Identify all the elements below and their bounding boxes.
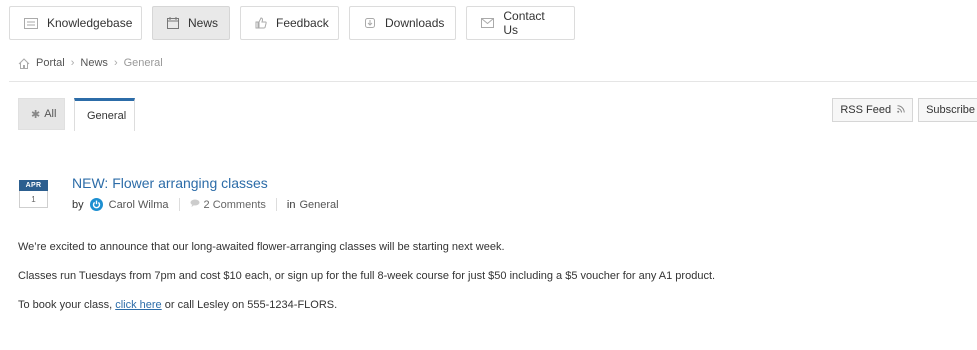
nav-downloads-label: Downloads: [385, 16, 445, 30]
breadcrumb-separator: ›: [113, 57, 118, 69]
comments-count: 2 Comments: [203, 198, 266, 211]
nav-feedback-button[interactable]: Feedback: [240, 6, 339, 40]
paragraph-text: or call Lesley on 555-1234-FLORS.: [164, 299, 338, 311]
category-tabs: ✱ All General: [18, 98, 135, 131]
nav-knowledgebase-label: Knowledgebase: [47, 16, 133, 30]
nav-contact-label: Contact Us: [503, 9, 545, 37]
breadcrumb: Portal › News › General: [18, 57, 163, 69]
envelope-icon: [481, 17, 495, 29]
rss-feed-button[interactable]: RSS Feed: [832, 98, 914, 122]
subscribe-button[interactable]: Subscribe: [918, 98, 977, 122]
nav-contact-button[interactable]: Contact Us: [466, 6, 575, 40]
breadcrumb-current: General: [123, 57, 163, 69]
article-meta: by Carol Wilma 2 Comments in General: [72, 198, 339, 211]
tab-all-label: All: [44, 108, 57, 120]
breadcrumb-news-link[interactable]: News: [80, 57, 108, 69]
nav-news-label: News: [188, 16, 219, 30]
date-badge: APR 1: [19, 180, 48, 208]
list-icon: [24, 17, 38, 29]
home-icon: [18, 57, 30, 69]
divider: [9, 81, 977, 82]
rss-icon: [897, 104, 905, 116]
article-paragraph: To book your class, click here or call L…: [18, 298, 968, 312]
meta-divider: [178, 198, 180, 211]
article-body: We’re excited to announce that our long-…: [18, 240, 968, 327]
breadcrumb-portal-link[interactable]: Portal: [36, 57, 65, 69]
nav-news-button[interactable]: News: [152, 6, 230, 40]
date-day: 1: [19, 191, 48, 208]
paragraph-text: To book your class,: [18, 299, 113, 311]
comment-icon: [190, 199, 200, 210]
rss-feed-label: RSS Feed: [840, 104, 892, 116]
comments-link[interactable]: 2 Comments: [190, 199, 266, 211]
tab-general[interactable]: General: [74, 98, 135, 131]
breadcrumb-separator: ›: [70, 57, 75, 69]
avatar[interactable]: [89, 198, 103, 211]
nav-downloads-button[interactable]: Downloads: [349, 6, 456, 40]
download-icon: [364, 17, 376, 29]
feed-actions: RSS Feed Subscribe: [832, 98, 977, 122]
author-name[interactable]: Carol Wilma: [109, 199, 169, 211]
meta-in: in: [286, 198, 296, 211]
date-month: APR: [19, 180, 48, 191]
article-paragraph: Classes run Tuesdays from 7pm and cost $…: [18, 270, 716, 282]
nav-feedback-label: Feedback: [276, 16, 329, 30]
nav-knowledgebase-button[interactable]: Knowledgebase: [9, 6, 142, 40]
thumbs-up-icon: [255, 17, 267, 29]
tab-all[interactable]: ✱ All: [18, 98, 65, 130]
meta-divider: [275, 198, 277, 211]
top-nav: Knowledgebase News Feedback Downloads Co…: [9, 6, 575, 40]
tab-general-label: General: [87, 110, 127, 122]
category-link[interactable]: General: [299, 199, 338, 211]
subscribe-label: Subscribe: [926, 104, 975, 116]
meta-by: by: [72, 198, 84, 211]
calendar-icon: [167, 17, 179, 29]
asterisk-icon: ✱: [31, 108, 41, 121]
article-title[interactable]: NEW: Flower arranging classes: [72, 175, 268, 191]
click-here-link[interactable]: click here: [115, 299, 161, 311]
article-paragraph: We’re excited to announce that our long-…: [18, 241, 505, 253]
